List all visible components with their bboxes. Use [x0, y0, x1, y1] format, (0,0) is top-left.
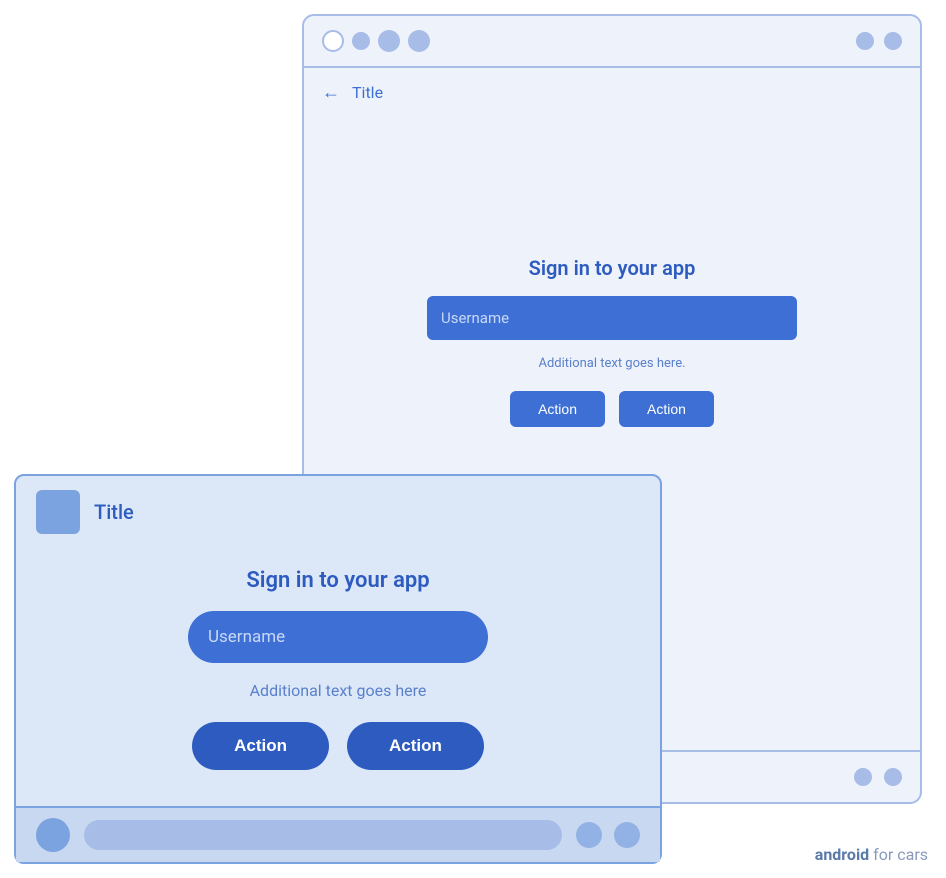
status-dot-right-2 [884, 32, 902, 50]
car-bottom-right [576, 822, 640, 848]
phone-helper-text: Additional text goes here. [538, 356, 685, 371]
phone-nav-bar: ← Title [304, 68, 920, 116]
brand-rest: for cars [869, 845, 928, 864]
car-bottom-pill [84, 820, 562, 850]
phone-bottom-dot-2 [884, 768, 902, 786]
phone-content: Sign in to your app Username Additional … [304, 116, 920, 427]
car-action-button-2[interactable]: Action [347, 722, 484, 770]
phone-bottom-dot-1 [854, 768, 872, 786]
status-dot-4 [408, 30, 430, 52]
car-action-button-1[interactable]: Action [192, 722, 329, 770]
car-bottom-dot [36, 818, 70, 852]
phone-status-bar [304, 16, 920, 68]
phone-status-right [856, 32, 902, 50]
status-dot-right-1 [856, 32, 874, 50]
android-for-cars-label: android for cars [815, 845, 928, 864]
phone-status-left [322, 30, 430, 52]
status-dot-2 [352, 32, 370, 50]
car-sign-in-heading: Sign in to your app [246, 568, 429, 593]
car-title: Title [94, 500, 134, 524]
car-header: Title [16, 476, 660, 548]
phone-action-button-1[interactable]: Action [510, 391, 605, 427]
car-content: Sign in to your app Username Additional … [16, 548, 660, 770]
car-action-buttons: Action Action [192, 722, 484, 770]
phone-username-input[interactable]: Username [427, 296, 797, 340]
car-app-icon [36, 490, 80, 534]
car-helper-text: Additional text goes here [250, 681, 427, 700]
car-bottom-dot-sm-2 [614, 822, 640, 848]
back-arrow-icon[interactable]: ← [322, 82, 340, 103]
car-username-input[interactable]: Username [188, 611, 488, 663]
car-bottom-bar [16, 806, 660, 862]
brand-bold: android [815, 845, 869, 864]
phone-sign-in-heading: Sign in to your app [529, 256, 696, 280]
phone-action-buttons: Action Action [510, 391, 714, 427]
car-bottom-dot-sm-1 [576, 822, 602, 848]
car-mockup: Title Sign in to your app Username Addit… [14, 474, 662, 864]
status-dot-3 [378, 30, 400, 52]
phone-action-button-2[interactable]: Action [619, 391, 714, 427]
phone-nav-title: Title [352, 83, 383, 102]
status-dot-1 [322, 30, 344, 52]
